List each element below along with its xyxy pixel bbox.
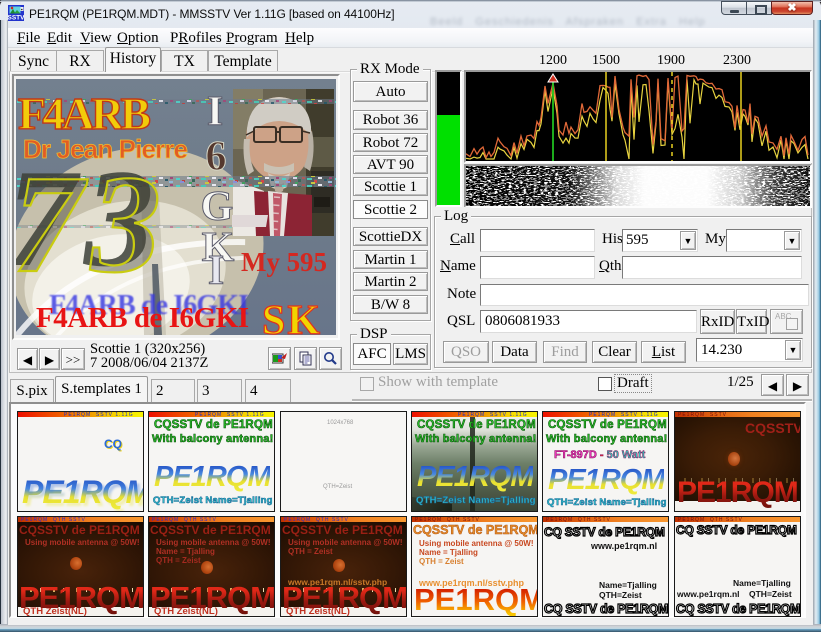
svg-text:I: I — [208, 248, 224, 294]
svg-text:I: I — [207, 89, 223, 135]
svg-text:SSTV: SSTV — [8, 15, 24, 22]
svg-text:G: G — [201, 184, 234, 230]
svg-text:SK: SK — [262, 298, 320, 335]
svg-text:6: 6 — [206, 134, 227, 180]
svg-text:F4ARB de I6GKI: F4ARB de I6GKI — [36, 302, 249, 334]
svg-text:My 595: My 595 — [241, 247, 327, 277]
svg-text:F4ARB: F4ARB — [18, 88, 151, 139]
